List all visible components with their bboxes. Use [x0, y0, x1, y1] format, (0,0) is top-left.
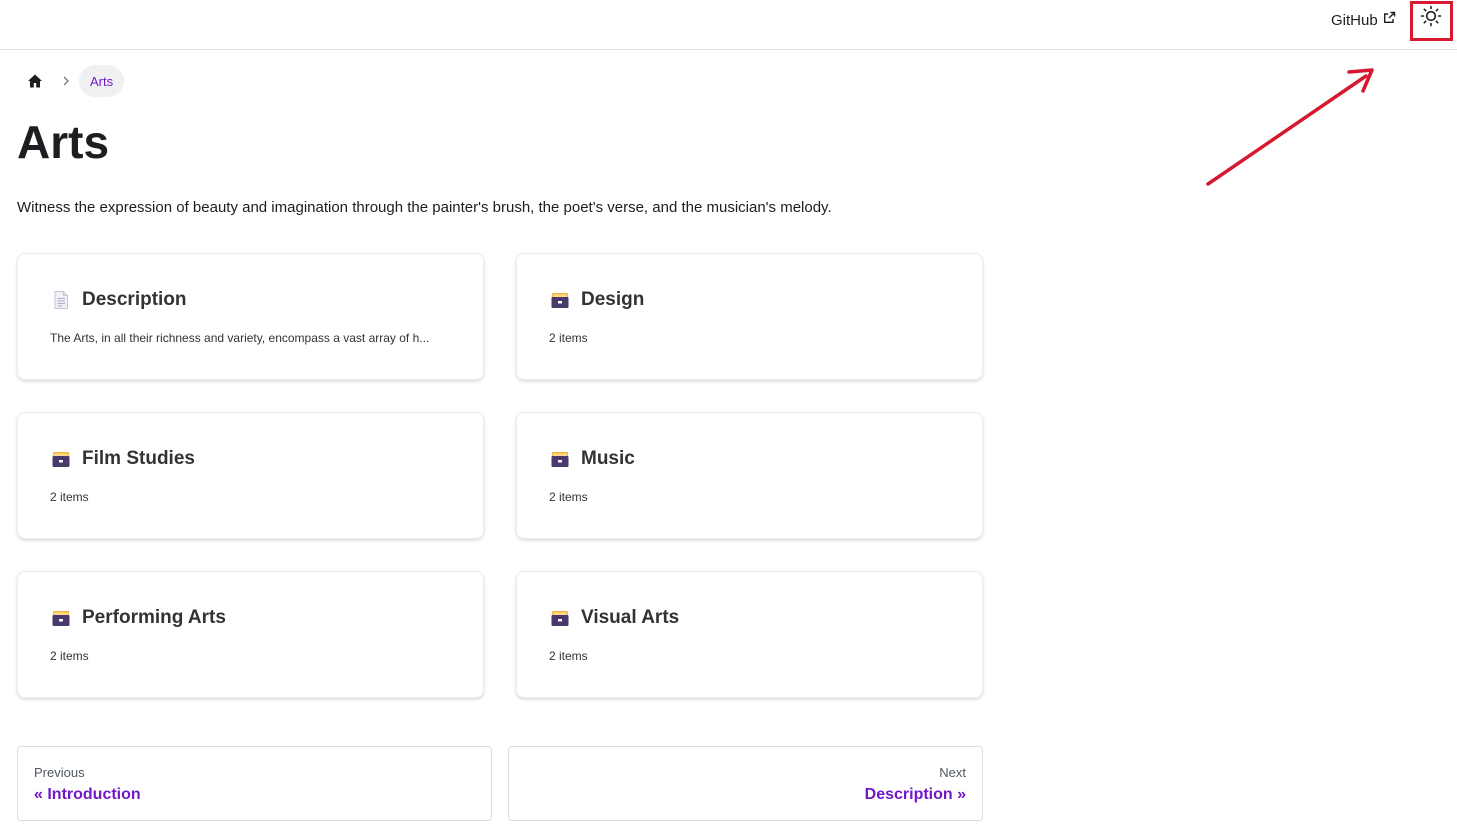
pagination-previous[interactable]: Previous « Introduction: [17, 746, 492, 821]
card-description[interactable]: Description The Arts, in all their richn…: [17, 253, 484, 380]
card-subtitle: 2 items: [549, 331, 588, 345]
pagination-next[interactable]: Next Description »: [508, 746, 983, 821]
card-title: Description: [82, 289, 187, 310]
annotation-arrow: [1206, 68, 1374, 186]
card-subtitle: 2 items: [549, 649, 588, 663]
card-title: Film Studies: [82, 448, 195, 469]
folder-box-icon: [550, 449, 570, 469]
card-title: Design: [581, 289, 645, 310]
page-description: Witness the expression of beauty and ima…: [17, 199, 832, 216]
pagination-next-label: Description »: [864, 786, 966, 803]
card-visual-arts[interactable]: Visual Arts 2 items: [516, 571, 983, 698]
pagination-next-sublabel: Next: [939, 765, 966, 780]
folder-box-icon: [51, 449, 71, 469]
card-film-studies[interactable]: Film Studies 2 items: [17, 412, 484, 539]
card-subtitle: 2 items: [50, 649, 89, 663]
card-design[interactable]: Design 2 items: [516, 253, 983, 380]
card-subtitle: The Arts, in all their richness and vari…: [50, 331, 430, 345]
folder-box-icon: [550, 290, 570, 310]
card-title: Music: [581, 448, 635, 469]
card-title: Performing Arts: [82, 607, 226, 628]
card-performing-arts[interactable]: Performing Arts 2 items: [17, 571, 484, 698]
document-icon: [51, 290, 71, 310]
breadcrumb: Arts: [26, 65, 125, 97]
pagination-previous-label: « Introduction: [34, 786, 141, 803]
card-subtitle: 2 items: [50, 490, 89, 504]
card-music[interactable]: Music 2 items: [516, 412, 983, 539]
github-label: GitHub: [1331, 11, 1378, 29]
folder-box-icon: [550, 608, 570, 628]
top-navbar: GitHub: [0, 0, 1457, 50]
chevron-right-icon: [62, 76, 70, 86]
card-title: Visual Arts: [581, 607, 680, 628]
github-link[interactable]: GitHub: [1331, 9, 1396, 31]
page-title: Arts: [17, 116, 110, 168]
card-subtitle: 2 items: [549, 490, 588, 504]
home-icon[interactable]: [26, 72, 44, 90]
external-link-icon: [1383, 11, 1396, 24]
breadcrumb-current: Arts: [79, 65, 125, 97]
pagination-previous-sublabel: Previous: [34, 765, 85, 780]
folder-box-icon: [51, 608, 71, 628]
annotation-highlight-box: [1410, 1, 1453, 41]
